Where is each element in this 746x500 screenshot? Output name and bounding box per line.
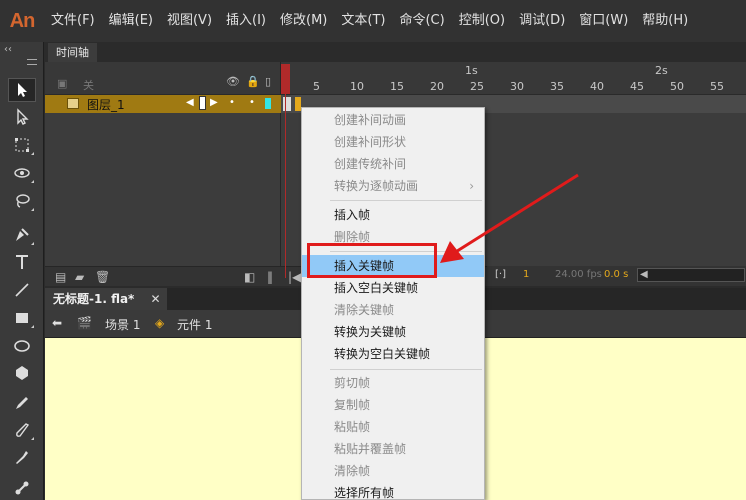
menu-help[interactable]: 帮助(H): [635, 0, 695, 42]
symbol-label[interactable]: 元件 1: [177, 316, 212, 333]
menu-control[interactable]: 控制(O): [452, 0, 512, 42]
ruler-second-1: 1s: [465, 64, 478, 77]
menu-commands[interactable]: 命令(C): [392, 0, 451, 42]
scene-icon: 🎬: [77, 316, 92, 330]
scene-label[interactable]: 场景 1: [105, 316, 140, 333]
playhead-line: [285, 94, 286, 278]
menu-window[interactable]: 窗口(W): [572, 0, 635, 42]
rectangle-tool-icon[interactable]: [8, 306, 36, 330]
pencil-tool-icon[interactable]: [8, 391, 36, 415]
annotation-arrow-icon: [440, 173, 579, 263]
ruler-frame: 15: [390, 80, 404, 93]
pen-tool-icon[interactable]: [8, 223, 36, 247]
menu-text[interactable]: 文本(T): [334, 0, 392, 42]
app-logo: An: [9, 9, 36, 32]
menu-item-create-shape-tween[interactable]: 创建补间形状: [302, 131, 484, 153]
menu-item-create-motion-tween[interactable]: 创建补间动画: [302, 109, 484, 131]
brush-tool-icon[interactable]: [8, 445, 36, 469]
menu-item-paste-and-overwrite-frames[interactable]: 粘贴并覆盖帧: [302, 438, 484, 460]
menu-item-insert-blank-keyframe[interactable]: 插入空白关键帧: [302, 277, 484, 299]
layer-lock-dot-icon[interactable]: •: [249, 97, 255, 108]
menu-modify[interactable]: 修改(M): [273, 0, 334, 42]
menu-item-select-all-frames[interactable]: 选择所有帧: [302, 482, 484, 500]
playhead[interactable]: [281, 64, 290, 278]
layer-visibility-dot-icon[interactable]: •: [229, 97, 235, 108]
mask-icon[interactable]: ◧: [244, 270, 255, 284]
oval-tool-icon[interactable]: [8, 334, 36, 358]
add-keyframe-icon[interactable]: [199, 96, 206, 110]
tab-timeline[interactable]: 时间轴: [48, 43, 97, 62]
document-title: 无标题-1. fla*: [53, 292, 135, 306]
new-folder-icon[interactable]: ▰: [75, 270, 84, 284]
menu-bar: An 文件(F) 编辑(E) 视图(V) 插入(I) 修改(M) 文本(T) 命…: [0, 0, 746, 42]
polystar-tool-icon[interactable]: [8, 361, 36, 385]
lasso-tool-icon[interactable]: [8, 189, 36, 213]
ruler-frame: 20: [430, 80, 444, 93]
ruler-frame: 55: [710, 80, 724, 93]
close-icon[interactable]: ✕: [151, 292, 161, 306]
symbol-icon: ◈: [155, 316, 165, 330]
layer-color-swatch[interactable]: [265, 98, 271, 109]
panel-divider-icon: ‖: [267, 270, 273, 284]
ruler-frame: 50: [670, 80, 684, 93]
ruler-frame: 25: [470, 80, 484, 93]
timeline-scrollbar[interactable]: [637, 268, 745, 282]
timeline-tab-bar: 时间轴: [45, 42, 746, 62]
menu-item-clear-frames[interactable]: 清除帧: [302, 460, 484, 482]
ruler-frame: 30: [510, 80, 524, 93]
menu-item-copy-frames[interactable]: 复制帧: [302, 394, 484, 416]
panel-menu-icon[interactable]: [27, 59, 37, 65]
ruler-frame: 35: [550, 80, 564, 93]
document-tab[interactable]: 无标题-1. fla* ✕: [45, 288, 167, 310]
ruler-second-2: 2s: [655, 64, 668, 77]
subselection-tool-icon[interactable]: [8, 105, 36, 129]
elapsed-time: 0.0 s: [604, 269, 629, 280]
menu-item-paste-frames[interactable]: 粘贴帧: [302, 416, 484, 438]
delete-layer-icon[interactable]: 🗑: [95, 270, 110, 284]
new-layer-icon[interactable]: ▤: [55, 270, 66, 284]
menu-file[interactable]: 文件(F): [44, 0, 102, 42]
annotation-highlight-box: [307, 243, 437, 278]
collapse-panel-icon[interactable]: ‹‹: [4, 44, 12, 55]
menu-edit[interactable]: 编辑(E): [102, 0, 160, 42]
ruler-frame: 40: [590, 80, 604, 93]
ruler-frame: 45: [630, 80, 644, 93]
menu-insert[interactable]: 插入(I): [219, 0, 273, 42]
layer-name[interactable]: 图层_1: [87, 96, 125, 113]
menu-item-clear-keyframe[interactable]: 清除关键帧: [302, 299, 484, 321]
menu-item-cut-frames[interactable]: 剪切帧: [302, 372, 484, 394]
prev-keyframe-icon[interactable]: ◀: [186, 97, 194, 108]
menu-separator: [330, 369, 482, 370]
menu-view[interactable]: 视图(V): [160, 0, 219, 42]
playhead-handle[interactable]: [281, 64, 290, 94]
free-transform-tool-icon[interactable]: [8, 133, 36, 157]
next-keyframe-icon[interactable]: ▶: [210, 97, 218, 108]
menu-debug[interactable]: 调试(D): [512, 0, 572, 42]
selection-tool-icon[interactable]: [8, 78, 36, 102]
line-tool-icon[interactable]: [8, 278, 36, 302]
ruler-frame: 10: [350, 80, 364, 93]
paint-brush-tool-icon[interactable]: [8, 418, 36, 442]
menu-item-convert-to-blank-keyframes[interactable]: 转换为空白关键帧: [302, 343, 484, 365]
tools-panel: ‹‹: [0, 42, 44, 500]
layer-type-icon: [67, 98, 79, 109]
bone-tool-icon[interactable]: [8, 476, 36, 500]
menu-item-convert-to-keyframes[interactable]: 转换为关键帧: [302, 321, 484, 343]
back-arrow-icon[interactable]: ⬅: [52, 316, 62, 330]
scroll-left-icon[interactable]: ◀: [640, 269, 648, 280]
text-tool-icon[interactable]: [8, 250, 36, 274]
3d-rotation-tool-icon[interactable]: [8, 161, 36, 185]
ruler-frame: 5: [313, 80, 320, 93]
